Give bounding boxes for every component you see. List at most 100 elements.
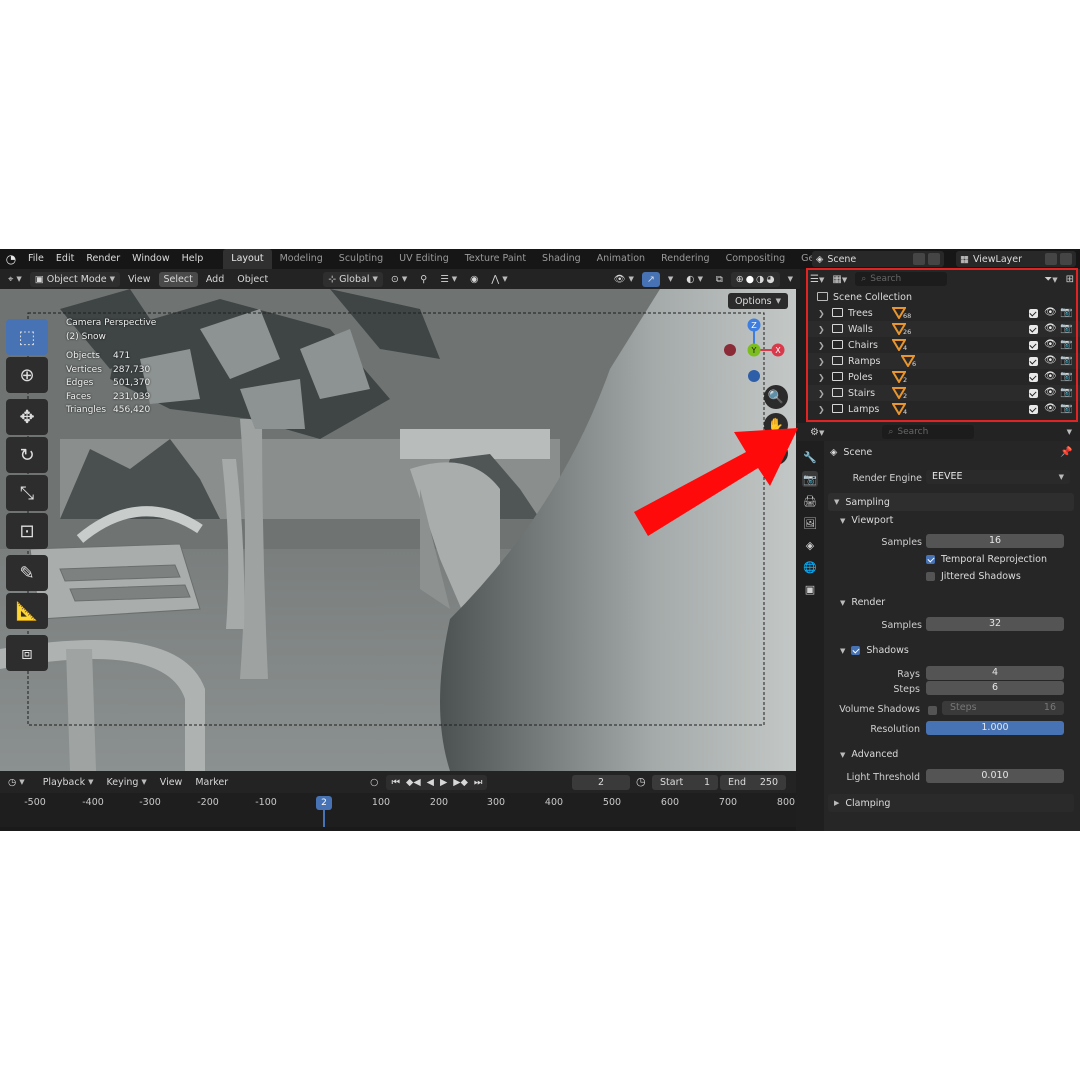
clock-icon[interactable]: ◷: [636, 775, 646, 788]
shadows-checkbox[interactable]: [851, 646, 861, 655]
collection-tab-icon[interactable]: ▣: [802, 581, 818, 597]
tab-uv-editing[interactable]: UV Editing: [391, 249, 457, 269]
material-shading-icon[interactable]: ◑: [756, 274, 764, 285]
menu-select[interactable]: Select: [158, 271, 198, 287]
menu-edit[interactable]: Edit: [50, 249, 80, 269]
menu-file[interactable]: File: [22, 249, 50, 269]
current-frame-indicator[interactable]: 2: [316, 796, 332, 810]
viewport-samples-field[interactable]: 16: [926, 534, 1064, 548]
menu-help[interactable]: Help: [176, 249, 210, 269]
shading-modes[interactable]: ⊕ ● ◑ ◕: [730, 271, 780, 287]
blender-logo-icon[interactable]: ◔: [0, 249, 22, 269]
timeline-ruler[interactable]: -500 -400 -300 -200 -100 2 100 200 300 4…: [0, 793, 796, 831]
mode-selector[interactable]: ▣ Object Mode ▼: [29, 271, 120, 287]
jittered-shadows-checkbox[interactable]: Jittered Shadows: [926, 571, 1021, 582]
tab-sculpting[interactable]: Sculpting: [331, 249, 391, 269]
tab-animation[interactable]: Animation: [589, 249, 653, 269]
wireframe-shading-icon[interactable]: ⊕: [736, 274, 744, 285]
rays-field[interactable]: 4: [926, 666, 1064, 680]
world-tab-icon[interactable]: 🌐: [802, 559, 818, 575]
remove-layer-icon[interactable]: [1060, 253, 1072, 265]
light-threshold-field[interactable]: 0.010: [926, 769, 1064, 783]
cursor-tool-icon[interactable]: ⊕: [6, 357, 48, 393]
tab-layout[interactable]: Layout: [223, 249, 272, 269]
snap-settings-icon[interactable]: ☰ ▼: [435, 272, 462, 287]
gizmo-menu-icon[interactable]: ▼: [663, 272, 678, 287]
tab-modeling[interactable]: Modeling: [272, 249, 331, 269]
temporal-reprojection-checkbox[interactable]: Temporal Reprojection: [926, 554, 1047, 565]
shadows-subpanel-header[interactable]: ▼ Shadows: [840, 645, 909, 656]
scene-tab-icon[interactable]: ◈: [802, 537, 818, 553]
view-layer-tab-icon[interactable]: 🖼: [802, 515, 818, 531]
start-frame-field[interactable]: Start 1: [652, 775, 718, 790]
menu-render[interactable]: Render: [80, 249, 126, 269]
jump-end-icon[interactable]: ⏭: [474, 777, 483, 788]
menu-object[interactable]: Object: [232, 272, 273, 287]
volume-shadows-checkbox[interactable]: [928, 706, 937, 715]
properties-search-input[interactable]: ⌕ Search: [882, 425, 975, 439]
rendered-shading-icon[interactable]: ◕: [766, 274, 774, 285]
current-frame-field[interactable]: 2: [572, 775, 630, 790]
play-icon[interactable]: ▶: [440, 777, 447, 788]
editor-type-icon[interactable]: ⌖ ▼: [3, 272, 27, 287]
tab-rendering[interactable]: Rendering: [653, 249, 718, 269]
move-tool-icon[interactable]: ✥: [6, 399, 48, 435]
sampling-panel-header[interactable]: ▼ Sampling: [828, 493, 1074, 511]
new-scene-icon[interactable]: [928, 253, 940, 265]
tab-compositing[interactable]: Compositing: [718, 249, 794, 269]
shading-options-icon[interactable]: ▼: [783, 272, 798, 287]
render-engine-select[interactable]: EEVEE ▼: [926, 470, 1070, 484]
resolution-slider[interactable]: 1.000: [926, 721, 1064, 735]
pivot-icon[interactable]: ⊙ ▼: [386, 272, 412, 287]
marker-menu[interactable]: Marker: [190, 775, 233, 790]
tool-tab-icon[interactable]: 🔧: [802, 449, 818, 465]
properties-editor-icon[interactable]: ⚙▼: [810, 427, 824, 438]
gizmo-toggle-icon[interactable]: ↗: [641, 271, 660, 287]
xray-icon[interactable]: ⧉: [711, 272, 728, 287]
annotate-tool-icon[interactable]: ✎: [6, 555, 48, 591]
pin-icon[interactable]: [913, 253, 925, 265]
timeline-editor-icon[interactable]: ◷ ▼: [3, 775, 30, 790]
proportional-icon[interactable]: ◉: [465, 272, 483, 287]
volume-steps-field[interactable]: Steps 16: [942, 701, 1064, 715]
select-box-tool-icon[interactable]: ⬚: [6, 319, 48, 355]
visibility-icon[interactable]: 👁 ▼: [608, 272, 638, 287]
options-button[interactable]: Options ▼: [727, 293, 788, 309]
menu-window[interactable]: Window: [126, 249, 175, 269]
tab-shading[interactable]: Shading: [534, 249, 589, 269]
render-tab-icon[interactable]: 📷: [802, 471, 818, 487]
rotate-tool-icon[interactable]: ↻: [6, 437, 48, 473]
header-menu-icon[interactable]: ▼: [1067, 428, 1072, 436]
steps-field[interactable]: 6: [926, 681, 1064, 695]
next-keyframe-icon[interactable]: ▶◆: [453, 777, 468, 788]
timeline-view-menu[interactable]: View: [155, 775, 188, 790]
zoom-icon[interactable]: 🔍: [764, 385, 788, 409]
render-samples-field[interactable]: 32: [926, 617, 1064, 631]
prev-keyframe-icon[interactable]: ◆◀: [406, 777, 421, 788]
record-icon[interactable]: ○: [365, 775, 383, 790]
keying-menu[interactable]: Keying ▼: [101, 775, 151, 790]
output-tab-icon[interactable]: 🖨: [802, 493, 818, 509]
view-layer-selector[interactable]: ▦ ViewLayer: [956, 251, 1076, 267]
overlay-toggle-icon[interactable]: ◐ ▼: [681, 272, 708, 287]
play-reverse-icon[interactable]: ◀: [427, 777, 434, 788]
solid-shading-icon[interactable]: ●: [746, 274, 754, 285]
advanced-subpanel-header[interactable]: ▼ Advanced: [840, 749, 898, 760]
render-subpanel-header[interactable]: ▼ Render: [840, 597, 885, 608]
menu-add[interactable]: Add: [201, 272, 229, 287]
end-frame-field[interactable]: End 250: [720, 775, 786, 790]
snap-icon[interactable]: ⚲: [415, 272, 432, 287]
menu-view[interactable]: View: [123, 272, 156, 287]
add-cube-tool-icon[interactable]: ⧈: [6, 635, 48, 671]
navigation-gizmo[interactable]: Z X Y: [720, 315, 790, 385]
scene-selector[interactable]: ◈ Scene: [812, 251, 944, 267]
measure-tool-icon[interactable]: 📐: [6, 593, 48, 629]
tab-texture-paint[interactable]: Texture Paint: [457, 249, 534, 269]
pin-icon[interactable]: 📌: [1060, 447, 1072, 458]
playback-menu[interactable]: Playback ▼: [38, 775, 99, 790]
clamping-panel-header[interactable]: ▶ Clamping: [828, 794, 1074, 812]
viewport-subpanel-header[interactable]: ▼ Viewport: [840, 515, 893, 526]
orientation-selector[interactable]: ⊹ Global ▼: [323, 271, 383, 287]
proportional-falloff-icon[interactable]: ⋀ ▼: [486, 272, 512, 287]
jump-start-icon[interactable]: ⏮: [391, 777, 400, 788]
